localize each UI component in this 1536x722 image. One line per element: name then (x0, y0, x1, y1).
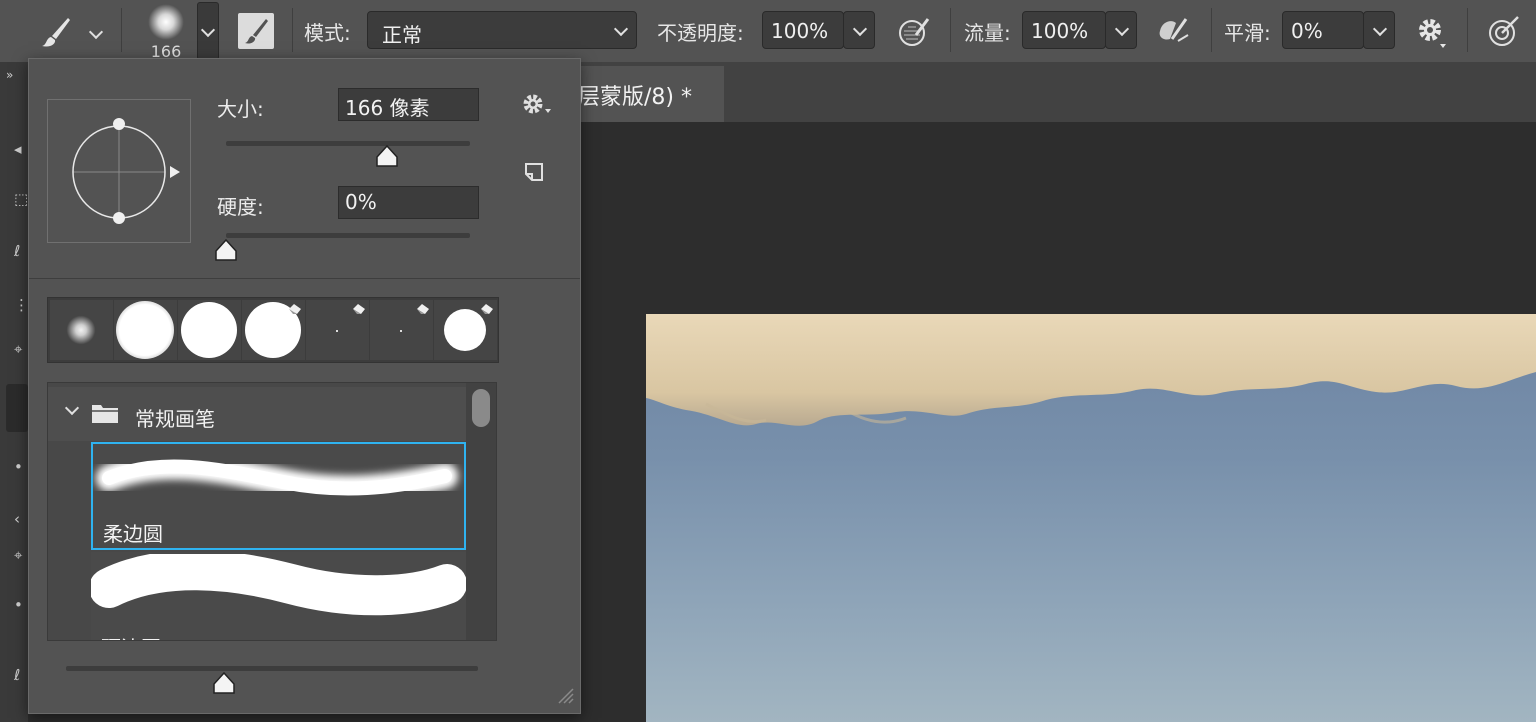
folder-name: 常规画笔 (135, 407, 215, 431)
mode-label: 模式: (304, 21, 351, 45)
hardness-value: 0% (345, 190, 377, 214)
move-tool-icon[interactable]: ◂ (14, 140, 22, 158)
size-slider-thumb[interactable] (376, 144, 398, 167)
preview-size-slider-track[interactable] (66, 666, 478, 671)
brush-item-soft-round[interactable]: 柔边圆 (91, 442, 466, 550)
preview-size-slider-thumb[interactable] (213, 671, 235, 694)
brush-picker-toggle[interactable] (197, 2, 219, 60)
eraser-tool-icon[interactable]: ℓ (14, 666, 20, 684)
smoothing-label: 平滑: (1224, 21, 1271, 45)
lasso-tool-icon[interactable]: ℓ (14, 242, 20, 260)
flow-dropdown-button[interactable] (1105, 11, 1137, 49)
smoothing-value: 0% (1291, 19, 1323, 43)
size-input[interactable]: 166 像素 (338, 88, 479, 121)
recent-brush-soft-small[interactable] (50, 300, 113, 360)
folder-expand-chevron-icon[interactable] (64, 400, 80, 416)
eyedropper-tool-icon[interactable]: • (14, 458, 23, 476)
folder-icon (91, 402, 119, 424)
panel-divider (29, 278, 580, 279)
blend-mode-select[interactable]: 正常 (367, 11, 637, 49)
new-preset-icon[interactable] (523, 161, 545, 183)
tool-preset-chevron-icon[interactable] (88, 24, 104, 40)
flow-value: 100% (1031, 19, 1089, 43)
recent-brush-hard-round[interactable] (178, 300, 241, 360)
opacity-value: 100% (771, 19, 829, 43)
brush-settings-panel-icon[interactable] (238, 13, 274, 49)
quick-select-tool-icon[interactable]: ⋮ (14, 296, 29, 314)
document-image[interactable] (646, 314, 1536, 722)
active-tool-highlight[interactable] (6, 384, 28, 432)
hardness-slider-thumb[interactable] (215, 238, 237, 261)
opacity-dropdown-button[interactable] (843, 11, 875, 49)
size-value: 166 像素 (345, 96, 430, 120)
opacity-label: 不透明度: (657, 21, 744, 45)
size-label: 大小: (217, 97, 264, 121)
recent-brush-tiny-eraser-2[interactable] (370, 300, 433, 360)
hardness-input[interactable]: 0% (338, 186, 479, 219)
list-scrollbar-thumb[interactable] (472, 389, 490, 427)
tools-panel: » ◂ ⬚ ℓ ⋮ ⌖ • ‹ ⌖ • ℓ (0, 62, 29, 722)
brush-preset-list: 常规画笔 柔边圆 硬边圆 (47, 382, 497, 641)
airbrush-icon[interactable] (1154, 13, 1194, 49)
folder-row[interactable]: 常规画笔 (48, 387, 466, 441)
size-slider-track[interactable] (226, 141, 470, 146)
brush-item-hard-round[interactable]: 硬边圆 (91, 552, 466, 640)
eraser-badge-icon (289, 304, 301, 314)
resize-grip-icon[interactable] (555, 685, 575, 705)
smoothing-dropdown-button[interactable] (1363, 11, 1395, 49)
brush-tool-icon[interactable] (38, 14, 74, 50)
recent-brush-tiny-eraser-1[interactable] (306, 300, 369, 360)
options-bar: 166 模式: 正常 不透明度: 100% 流量: 100% 平滑: 0% (0, 0, 1536, 63)
history-brush-tool-icon[interactable]: • (14, 596, 23, 614)
eraser-badge-icon (417, 304, 429, 314)
hardness-label: 硬度: (217, 195, 264, 219)
brush-angle-target-icon[interactable] (1486, 13, 1522, 49)
hardness-slider-track[interactable] (226, 233, 470, 238)
blend-mode-value: 正常 (382, 23, 422, 47)
document-tab[interactable]: 层蒙版/8) * (566, 66, 724, 122)
marquee-tool-icon[interactable]: ⬚ (14, 190, 28, 208)
brush-angle-roundness-widget[interactable] (47, 99, 191, 243)
eraser-badge-icon (481, 304, 493, 314)
pressure-opacity-icon[interactable] (896, 13, 932, 49)
smoothing-input[interactable]: 0% (1282, 11, 1364, 49)
stamp-tool-icon[interactable]: ⌖ (14, 546, 22, 564)
recent-brush-soft-round[interactable] (114, 300, 177, 360)
blend-mode-chevron-icon (613, 21, 629, 37)
brush-preset-picker: 大小: 166 像素 硬度: 0% 常规画笔 柔边圆 (28, 58, 581, 714)
picker-settings-gear-icon[interactable] (521, 91, 555, 119)
opacity-input[interactable]: 100% (762, 11, 844, 49)
recent-brush-hard-round-eraser[interactable] (242, 300, 305, 360)
smoothing-options-gear-icon[interactable] (1414, 14, 1450, 50)
recent-brush-medium-eraser[interactable] (434, 300, 497, 360)
brush-preview-icon[interactable] (148, 4, 184, 40)
flow-label: 流量: (964, 21, 1011, 45)
document-tab-title: 层蒙版/8) * (578, 85, 692, 110)
crop-tool-icon[interactable]: ⌖ (14, 340, 22, 358)
brush-item-label: 柔边圆 (103, 522, 163, 546)
eraser-badge-icon (353, 304, 365, 314)
healing-tool-icon[interactable]: ‹ (14, 510, 20, 528)
expand-panel-icon[interactable]: » (6, 68, 13, 82)
flow-input[interactable]: 100% (1022, 11, 1106, 49)
brush-item-label: 硬边圆 (101, 632, 161, 640)
